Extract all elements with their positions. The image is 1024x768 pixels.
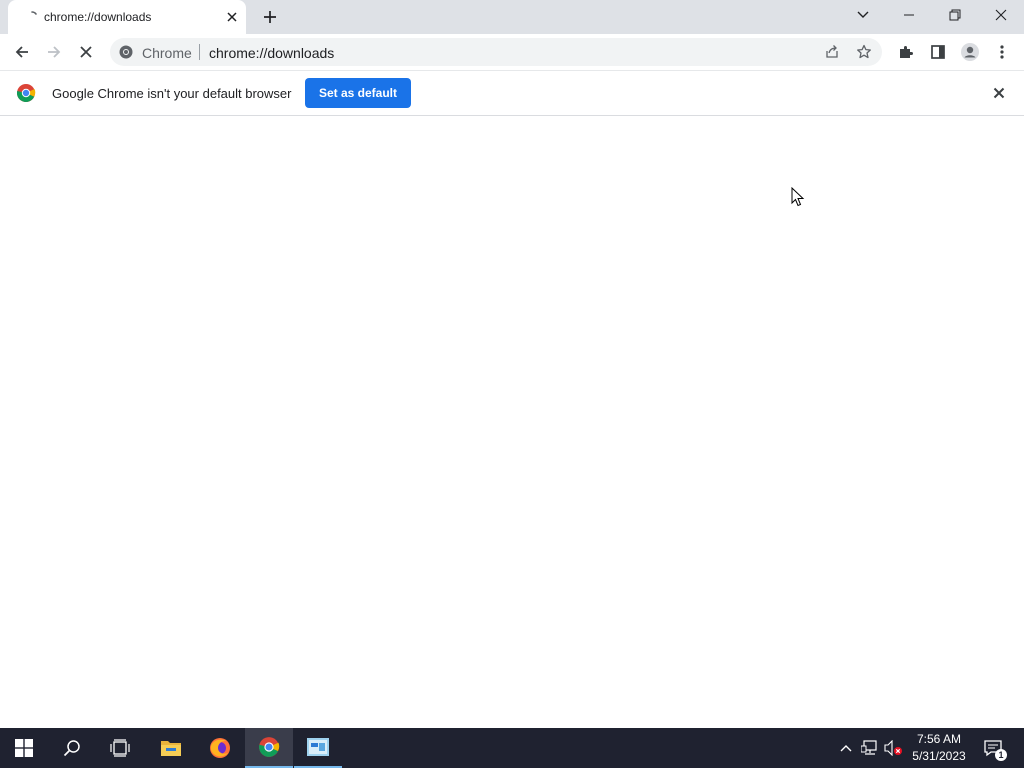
network-button[interactable] — [860, 738, 880, 758]
firefox-button[interactable] — [196, 728, 244, 768]
stop-loading-button[interactable] — [74, 40, 98, 64]
star-icon[interactable] — [856, 44, 872, 60]
back-arrow-icon — [13, 43, 31, 61]
task-view-icon — [110, 739, 130, 757]
forward-arrow-icon — [45, 43, 63, 61]
address-bar[interactable]: Chrome chrome://downloads — [110, 38, 882, 66]
profile-button[interactable] — [958, 40, 982, 64]
chrome-icon — [258, 736, 280, 758]
plus-icon[interactable] — [261, 8, 279, 26]
page-content — [0, 116, 1024, 728]
file-explorer-icon — [160, 739, 182, 757]
search-icon — [63, 739, 81, 757]
chrome-site-icon[interactable] — [118, 44, 134, 60]
clock-date: 5/31/2023 — [912, 749, 966, 763]
close-icon[interactable] — [991, 85, 1007, 101]
browser-toolbar: Chrome chrome://downloads — [0, 34, 1024, 71]
tab-search-button[interactable] — [840, 0, 886, 30]
system-clock[interactable]: 7:56 AM 5/31/2023 — [906, 731, 972, 765]
close-icon[interactable] — [224, 9, 240, 25]
network-icon — [861, 740, 879, 756]
infobar-message: Google Chrome isn't your default browser — [52, 86, 292, 101]
site-chip-label: Chrome — [142, 45, 192, 61]
share-icon[interactable] — [824, 44, 840, 60]
side-panel-button[interactable] — [926, 40, 950, 64]
loading-favicon-icon — [24, 9, 40, 25]
omnibox-divider — [199, 44, 200, 60]
clock-time: 7:56 AM — [916, 732, 962, 746]
start-button[interactable] — [0, 728, 48, 768]
app-taskbar-button[interactable] — [294, 728, 342, 768]
stop-loading-icon — [77, 43, 95, 61]
back-button[interactable] — [10, 40, 34, 64]
chrome-logo-icon — [16, 83, 36, 103]
tab-downloads[interactable]: chrome://downloads — [8, 0, 246, 34]
close-window-button[interactable] — [978, 0, 1024, 30]
menu-button[interactable] — [990, 40, 1014, 64]
extensions-puzzle-icon — [897, 43, 915, 61]
tab-title: chrome://downloads — [44, 10, 152, 24]
search-button[interactable] — [48, 728, 96, 768]
chevron-down-icon — [856, 8, 870, 22]
forward-button[interactable] — [42, 40, 66, 64]
windows-taskbar: 7:56 AM 5/31/2023 1 — [0, 728, 1024, 768]
url-text[interactable]: chrome://downloads — [209, 45, 334, 61]
close-icon — [995, 9, 1007, 21]
volume-button[interactable] — [884, 738, 904, 758]
chevron-up-icon — [839, 741, 853, 755]
minimize-button[interactable] — [886, 0, 932, 30]
set-as-default-button[interactable]: Set as default — [305, 78, 411, 108]
side-panel-icon — [929, 43, 947, 61]
volume-muted-icon — [884, 740, 904, 756]
restore-button[interactable] — [932, 0, 978, 30]
app-icon — [307, 738, 329, 756]
restore-icon — [949, 9, 961, 21]
show-hidden-icons-button[interactable] — [836, 738, 856, 758]
firefox-icon — [209, 737, 231, 759]
default-browser-infobar: Google Chrome isn't your default browser… — [0, 71, 1024, 116]
windows-start-icon — [15, 739, 33, 757]
tab-strip: chrome://downloads — [0, 0, 1024, 34]
mouse-cursor-icon — [791, 187, 805, 207]
notification-count-badge: 1 — [995, 749, 1007, 761]
profile-icon — [960, 42, 980, 62]
minimize-icon — [903, 9, 915, 21]
kebab-menu-icon — [993, 43, 1011, 61]
extensions-button[interactable] — [894, 40, 918, 64]
task-view-button[interactable] — [96, 728, 144, 768]
file-explorer-button[interactable] — [147, 728, 195, 768]
chrome-taskbar-button[interactable] — [245, 728, 293, 768]
